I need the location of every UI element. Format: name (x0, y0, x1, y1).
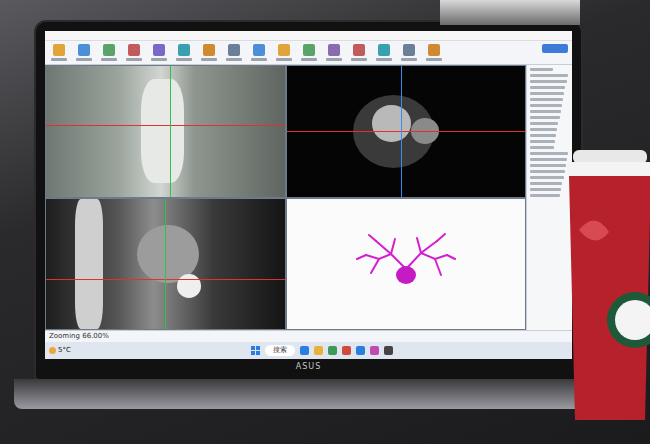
property-row (530, 134, 556, 137)
tool-icon (103, 44, 115, 56)
tool-icon (228, 44, 240, 56)
toolbar-button[interactable] (274, 44, 294, 61)
search-box[interactable]: 搜索 (265, 345, 295, 355)
taskbar-app-icon[interactable] (300, 346, 309, 355)
zoom-status: Zooming 66.00% (49, 333, 109, 340)
tool-icon (178, 44, 190, 56)
property-row (530, 74, 568, 77)
status-bar: Zooming 66.00% (45, 330, 572, 342)
vessel-3d-view[interactable] (287, 199, 526, 330)
tool-icon (428, 44, 440, 56)
toolbar-button[interactable] (424, 44, 444, 61)
property-row (530, 140, 555, 143)
temperature: 5°C (58, 345, 71, 356)
tool-icon (278, 44, 290, 56)
taskbar: 5°C 搜索 (45, 342, 572, 359)
axial-view[interactable] (287, 66, 526, 197)
sun-icon (49, 347, 56, 354)
taskbar-app-icon[interactable] (356, 346, 365, 355)
tool-icon (153, 44, 165, 56)
toolbar-button[interactable] (349, 44, 369, 61)
toolbar-button[interactable] (99, 44, 119, 61)
background-light (440, 0, 580, 25)
tool-icon (328, 44, 340, 56)
tool-icon (78, 44, 90, 56)
property-row (530, 170, 565, 173)
taskbar-app-icon[interactable] (328, 346, 337, 355)
taskbar-app-icon[interactable] (314, 346, 323, 355)
tool-icon (378, 44, 390, 56)
taskbar-app-icon[interactable] (342, 346, 351, 355)
toolbar-button[interactable] (299, 44, 319, 61)
laptop-brand: ASUS (296, 363, 321, 371)
taskbar-app-icon[interactable] (384, 346, 393, 355)
toolbar-button[interactable] (399, 44, 419, 61)
toolbar-button[interactable] (49, 44, 69, 61)
property-row (530, 164, 566, 167)
property-row (530, 110, 561, 113)
property-row (530, 158, 567, 161)
tool-icon (403, 44, 415, 56)
toolbar-button[interactable] (324, 44, 344, 61)
properties-panel (526, 65, 572, 330)
account-button[interactable] (542, 44, 568, 53)
laptop-base (14, 379, 604, 409)
property-row (530, 146, 554, 149)
tool-icon (253, 44, 265, 56)
taskbar-app-icon[interactable] (370, 346, 379, 355)
property-row (530, 176, 564, 179)
sagittal-view[interactable] (46, 199, 285, 330)
toolbar-button[interactable] (149, 44, 169, 61)
windows-icon[interactable] (251, 346, 260, 355)
property-row (530, 86, 565, 89)
tool-icon (353, 44, 365, 56)
laptop-screen: Zooming 66.00% 5°C 搜索 ASUS (36, 22, 581, 379)
toolbar-button[interactable] (249, 44, 269, 61)
property-row (530, 122, 558, 125)
toolbar-button[interactable] (224, 44, 244, 61)
toolbar-button[interactable] (199, 44, 219, 61)
property-row (530, 194, 560, 197)
toolbar-button[interactable] (374, 44, 394, 61)
coronal-view[interactable] (46, 66, 285, 197)
app-titlebar (45, 31, 572, 41)
property-row (530, 68, 553, 71)
property-row (530, 152, 568, 155)
property-row (530, 182, 562, 185)
property-row (530, 104, 562, 107)
toolbar-button[interactable] (174, 44, 194, 61)
toolbar-button[interactable] (74, 44, 94, 61)
property-row (530, 80, 567, 83)
weather-widget[interactable]: 5°C (49, 345, 71, 356)
property-row (530, 188, 561, 191)
vessel-model-icon (351, 229, 461, 299)
property-row (530, 116, 560, 119)
toolbar (45, 41, 572, 65)
tool-icon (53, 44, 65, 56)
tool-icon (303, 44, 315, 56)
toolbar-button[interactable] (124, 44, 144, 61)
property-row (530, 128, 557, 131)
property-row (530, 92, 564, 95)
property-row (530, 98, 563, 101)
tool-icon (203, 44, 215, 56)
tool-icon (128, 44, 140, 56)
coffee-cup-icon (565, 150, 650, 420)
